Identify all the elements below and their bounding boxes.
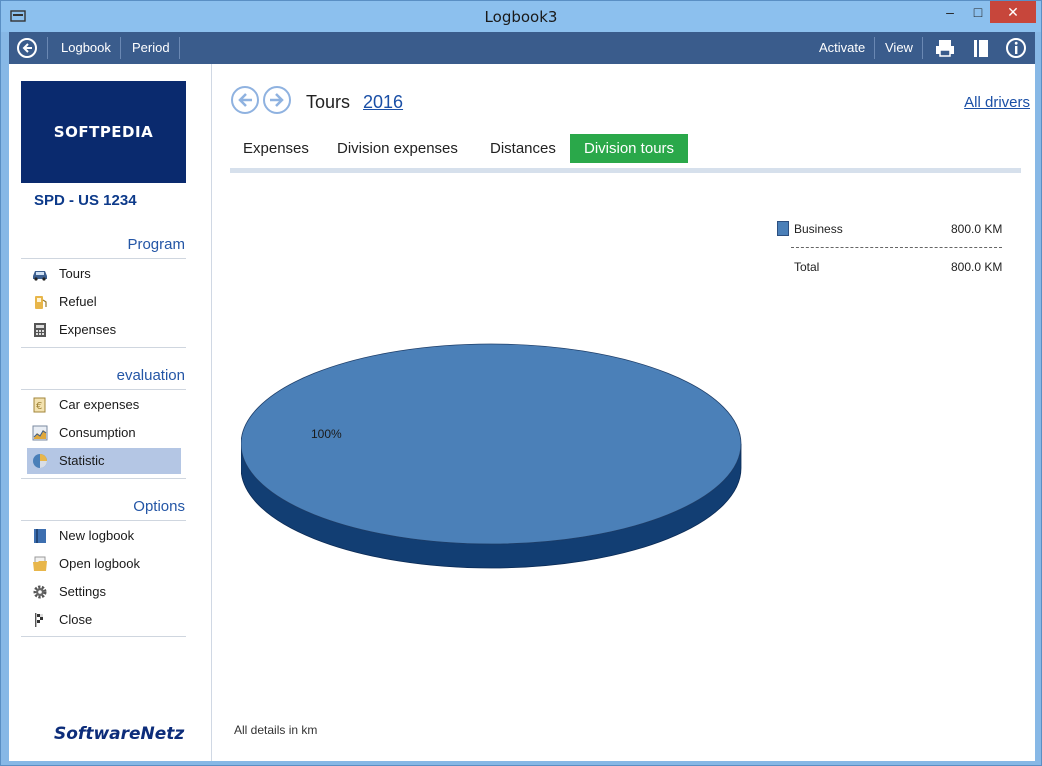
content-area: SOFTPEDIA SPD - US 1234 Program Tours Re… bbox=[9, 64, 1035, 761]
all-drivers-link[interactable]: All drivers bbox=[964, 94, 1030, 111]
svg-text:€: € bbox=[36, 401, 42, 412]
legend-value-total: 800.0 KM bbox=[951, 260, 1003, 274]
car-expenses-icon: € bbox=[33, 397, 46, 413]
sidebar-item-expenses[interactable]: Expenses bbox=[27, 317, 181, 343]
book-icon[interactable] bbox=[970, 37, 992, 59]
fuel-icon bbox=[35, 296, 47, 309]
calculator-icon bbox=[34, 323, 46, 337]
toolbar-divider bbox=[874, 37, 875, 59]
sidebar: SOFTPEDIA SPD - US 1234 Program Tours Re… bbox=[9, 64, 212, 761]
logo-text: SOFTPEDIA bbox=[53, 123, 154, 141]
legend-label-total: Total bbox=[794, 260, 820, 274]
folder-icon bbox=[33, 556, 47, 571]
pie-chart-icon bbox=[33, 454, 47, 468]
year-link[interactable]: 2016 bbox=[363, 92, 403, 113]
sidebar-item-consumption[interactable]: Consumption bbox=[27, 420, 181, 446]
logbook-menu[interactable]: Logbook bbox=[61, 40, 111, 55]
sidebar-item-new-logbook[interactable]: New logbook bbox=[27, 523, 181, 549]
view-menu[interactable]: View bbox=[885, 40, 913, 55]
main-panel: Tours 2016 All drivers Expenses Division… bbox=[213, 64, 1035, 761]
sidebar-item-refuel[interactable]: Refuel bbox=[27, 289, 181, 315]
back-icon[interactable] bbox=[17, 38, 37, 58]
sidebar-item-label: Open logbook bbox=[59, 556, 140, 571]
sidebar-item-label: Consumption bbox=[59, 425, 136, 440]
sidebar-item-tours[interactable]: Tours bbox=[27, 261, 181, 287]
book-icon bbox=[34, 529, 46, 543]
toolbar: Logbook Period Activate View bbox=[9, 32, 1035, 64]
sidebar-item-label: Expenses bbox=[59, 322, 117, 337]
logo: SOFTPEDIA bbox=[21, 81, 186, 183]
activate-menu[interactable]: Activate bbox=[819, 40, 865, 55]
minimize-button[interactable]: – bbox=[936, 1, 964, 23]
vehicle-plate: SPD - US 1234 bbox=[34, 192, 137, 209]
section-divider bbox=[21, 347, 186, 348]
consumption-chart-icon bbox=[32, 425, 48, 441]
close-window-button[interactable]: ✕ bbox=[990, 1, 1036, 23]
sidebar-item-label: Car expenses bbox=[59, 397, 140, 412]
sidebar-item-label: New logbook bbox=[59, 528, 135, 543]
sidebar-item-label: Close bbox=[59, 612, 93, 627]
legend-swatch-business bbox=[777, 221, 789, 236]
flag-icon bbox=[35, 613, 43, 627]
sidebar-item-label: Tours bbox=[59, 266, 91, 281]
sidebar-item-settings[interactable]: Settings bbox=[27, 579, 181, 605]
section-divider bbox=[21, 520, 186, 521]
toolbar-divider bbox=[179, 37, 180, 59]
section-divider bbox=[21, 478, 186, 479]
window-title: Logbook3 bbox=[484, 8, 558, 26]
pie-slice-business[interactable] bbox=[241, 343, 742, 545]
toolbar-divider bbox=[47, 37, 48, 59]
title-bar[interactable]: Logbook3 – □ ✕ bbox=[1, 1, 1041, 32]
sidebar-item-close[interactable]: Close bbox=[27, 607, 181, 633]
section-divider bbox=[21, 258, 186, 259]
tab-division-tours[interactable]: Division tours bbox=[570, 134, 689, 163]
toolbar-divider bbox=[120, 37, 121, 59]
sidebar-item-open-logbook[interactable]: Open logbook bbox=[27, 551, 181, 577]
toolbar-divider bbox=[922, 37, 923, 59]
sidebar-item-label: Refuel bbox=[59, 294, 97, 309]
previous-arrow-icon[interactable] bbox=[231, 86, 259, 114]
pie-slice-label: 100% bbox=[311, 427, 342, 441]
section-divider bbox=[21, 389, 186, 390]
tab-underline bbox=[230, 168, 1021, 173]
tab-division-expenses[interactable]: Division expenses bbox=[323, 134, 472, 163]
print-icon[interactable] bbox=[934, 37, 956, 59]
section-divider bbox=[21, 636, 186, 637]
brand-logo: SoftwareNetz bbox=[54, 724, 185, 744]
section-program-title: Program bbox=[127, 236, 185, 253]
legend-label-business: Business bbox=[794, 222, 843, 236]
sidebar-item-label: Statistic bbox=[59, 453, 105, 468]
sidebar-item-label: Settings bbox=[59, 584, 106, 599]
footnote: All details in km bbox=[234, 723, 318, 737]
period-menu[interactable]: Period bbox=[132, 40, 170, 55]
legend-divider bbox=[791, 247, 1002, 248]
sidebar-item-car-expenses[interactable]: € Car expenses bbox=[27, 392, 181, 418]
section-options-title: Options bbox=[133, 498, 185, 515]
tab-expenses[interactable]: Expenses bbox=[229, 134, 323, 163]
car-icon bbox=[33, 271, 47, 281]
tab-distances[interactable]: Distances bbox=[476, 134, 570, 163]
pie-chart: 100% bbox=[241, 343, 742, 569]
legend-value-business: 800.0 KM bbox=[951, 222, 1003, 236]
sidebar-item-statistic[interactable]: Statistic bbox=[27, 448, 181, 474]
next-arrow-icon[interactable] bbox=[263, 86, 291, 114]
app-window: Logbook3 – □ ✕ Logbook Period Activate V… bbox=[0, 0, 1042, 766]
maximize-button[interactable]: □ bbox=[964, 1, 992, 23]
info-icon[interactable] bbox=[1005, 37, 1027, 59]
page-title: Tours bbox=[306, 92, 351, 112]
section-evaluation-title: evaluation bbox=[116, 367, 185, 384]
gear-icon bbox=[33, 585, 47, 599]
